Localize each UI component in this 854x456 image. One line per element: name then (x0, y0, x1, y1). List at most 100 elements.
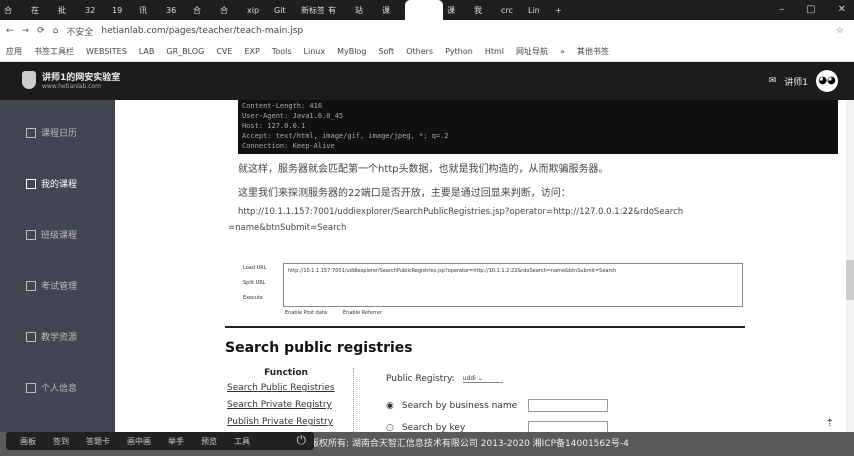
execute-label: Execute (243, 295, 263, 301)
link-search-public[interactable]: Search Public Registries (227, 380, 345, 397)
sidebar-item[interactable]: 我的课程 (26, 177, 77, 190)
radio-by-name[interactable]: ◉ (386, 401, 394, 411)
home-icon[interactable]: ⌂ (53, 26, 59, 36)
toolbar-item[interactable]: 工具 (234, 436, 250, 447)
site-url: www.hetianlab.com (42, 83, 101, 90)
link-search-private[interactable]: Search Private Registry (227, 397, 345, 414)
hackbar-url: http://10.1.1.157:7001/uddiexplorer/Sear… (283, 263, 743, 307)
toolbar-item[interactable]: 签到 (53, 436, 69, 447)
toolbar-item[interactable]: 画板 (20, 436, 36, 447)
bookmark-item[interactable]: LAB (139, 47, 155, 56)
sidebar-item-label: 考试管理 (41, 282, 78, 292)
bookmark-item[interactable]: WEBSITES (86, 47, 127, 56)
reload-icon[interactable]: ⟳ (37, 26, 45, 36)
window-controls: – ▢ ✕ (779, 4, 846, 15)
referrer-check: Enable Referrer (343, 310, 382, 316)
toolbar-item[interactable]: 预览 (201, 436, 217, 447)
mail-icon[interactable]: ✉ (769, 76, 777, 86)
sidebar-item-label: 班级课程 (41, 231, 78, 241)
forward-icon[interactable]: → (22, 26, 30, 36)
site-logo[interactable]: 讲师1的网安实验室 www.hetianlab.com (22, 70, 120, 90)
bookmark-star-icon[interactable]: ☆ (836, 26, 844, 36)
browser-tab[interactable]: 我 (470, 5, 497, 16)
toolbar-item[interactable]: 答题卡 (86, 436, 110, 447)
bookmark-item[interactable]: Soft (378, 47, 394, 56)
scrollbar[interactable] (846, 100, 854, 456)
toolbar-item[interactable]: 画中画 (127, 436, 151, 447)
registry-select[interactable]: uddi ⌄ (462, 375, 503, 383)
browser-tab[interactable]: 合 (216, 5, 243, 16)
browser-tab[interactable]: 批 (54, 5, 81, 16)
browser-tab[interactable]: 课 (443, 5, 470, 16)
new-tab-button[interactable]: + (551, 6, 578, 15)
sidebar-item[interactable]: 个人信息 (26, 381, 77, 394)
browser-tab[interactable]: Git (270, 6, 297, 15)
browser-tab[interactable]: 讯 (135, 5, 162, 16)
sidebar-item[interactable]: 考试管理 (26, 279, 77, 292)
sidebar-item[interactable]: 班级课程 (26, 228, 77, 241)
load-url-label: Load URL (243, 265, 267, 271)
browser-tab[interactable]: 32 (81, 6, 108, 15)
browser-tab[interactable]: xip (243, 6, 270, 15)
bookmark-item[interactable]: 书签工具栏 (34, 46, 74, 57)
minimize-button[interactable]: – (779, 4, 784, 15)
bookmark-item[interactable]: 网址导航 (516, 46, 548, 57)
paragraph: 这里我们来探测服务器的22端口是否开放，主要是通过回显来判断，访问： (238, 188, 571, 199)
business-name-input[interactable] (528, 399, 608, 412)
url-text: http://10.1.1.157:7001/uddiexplorer/Sear… (238, 207, 684, 217)
bookmark-item[interactable]: 其他书签 (577, 46, 609, 57)
browser-tab[interactable]: 合 (0, 5, 27, 16)
browser-tab[interactable] (405, 0, 443, 20)
paragraph: 就这样，服务器就会匹配第一个http头数据，也就是我们构造的，从而欺骗服务器。 (238, 164, 609, 175)
bookmark-item[interactable]: CVE (216, 47, 232, 56)
bookmark-item[interactable]: EXP (244, 47, 259, 56)
function-list: Function Search Public Registries Search… (227, 368, 345, 431)
link-publish-private[interactable]: Publish Private Registry (227, 414, 345, 431)
sidebar-item-label: 课程日历 (41, 129, 78, 139)
shield-icon (22, 71, 36, 89)
exam-icon (26, 280, 36, 291)
class-icon (26, 229, 36, 240)
bookmark-item[interactable]: GR_BLOG (166, 47, 204, 56)
bookmark-item[interactable]: Linux (304, 47, 326, 56)
bookmark-item[interactable]: MyBlog (337, 47, 366, 56)
sidebar-item-label: 教学资源 (41, 333, 78, 343)
insecure-label: 不安全 (66, 27, 94, 38)
calendar-icon (26, 127, 36, 138)
close-window-button[interactable]: ✕ (838, 4, 846, 15)
bookmark-item[interactable]: Python (445, 47, 473, 56)
bookmark-item[interactable]: 应用 (6, 46, 22, 57)
back-icon[interactable]: ← (6, 26, 14, 36)
sidebar-item-label: 我的课程 (41, 180, 78, 190)
maximize-button[interactable]: ▢ (806, 4, 815, 15)
browser-tab[interactable]: 站 (351, 5, 378, 16)
url-input[interactable]: hetianlab.com/pages/teacher/teach-main.j… (101, 26, 303, 36)
address-bar: ← → ⟳ ⌂ 不安全 hetianlab.com/pages/teacher/tea… (0, 20, 854, 42)
sidebar-item[interactable]: 课程日历 (26, 126, 77, 139)
bookmark-item[interactable]: » (560, 47, 565, 56)
browser-tab[interactable]: 新标签 (297, 5, 324, 16)
registry-value: uddi (462, 375, 476, 382)
browser-tab[interactable]: Lin (524, 6, 551, 15)
power-icon[interactable]: ⏻ (297, 433, 307, 448)
sidebar-item[interactable]: 教学资源 (26, 330, 77, 343)
browser-tab[interactable]: crc (497, 6, 524, 15)
username[interactable]: 讲师1 (784, 75, 808, 88)
browser-tab[interactable]: 有 (324, 5, 351, 16)
bookmark-item[interactable]: Others (406, 47, 433, 56)
browser-tab[interactable]: 19 (108, 6, 135, 15)
code-block: Content-Length: 416 User-Agent: Java1.6.… (238, 100, 838, 154)
toolbar-item[interactable]: 举手 (168, 436, 184, 447)
book-icon (26, 178, 36, 189)
bookmark-item[interactable]: Html (485, 47, 504, 56)
split-url-label: Split URL (243, 280, 266, 286)
browser-tab[interactable]: 合 (189, 5, 216, 16)
back-to-top-icon[interactable]: ⇡ (826, 418, 834, 429)
url-text: =name&btnSubmit=Search (228, 223, 347, 233)
section-heading: Search public registries (225, 340, 413, 356)
bookmark-item[interactable]: Tools (272, 47, 292, 56)
avatar[interactable]: ◕◕ (816, 70, 838, 92)
browser-tab[interactable]: 在 (27, 5, 54, 16)
browser-tab[interactable]: 课 (378, 5, 405, 16)
browser-tab[interactable]: 36 (162, 6, 189, 15)
